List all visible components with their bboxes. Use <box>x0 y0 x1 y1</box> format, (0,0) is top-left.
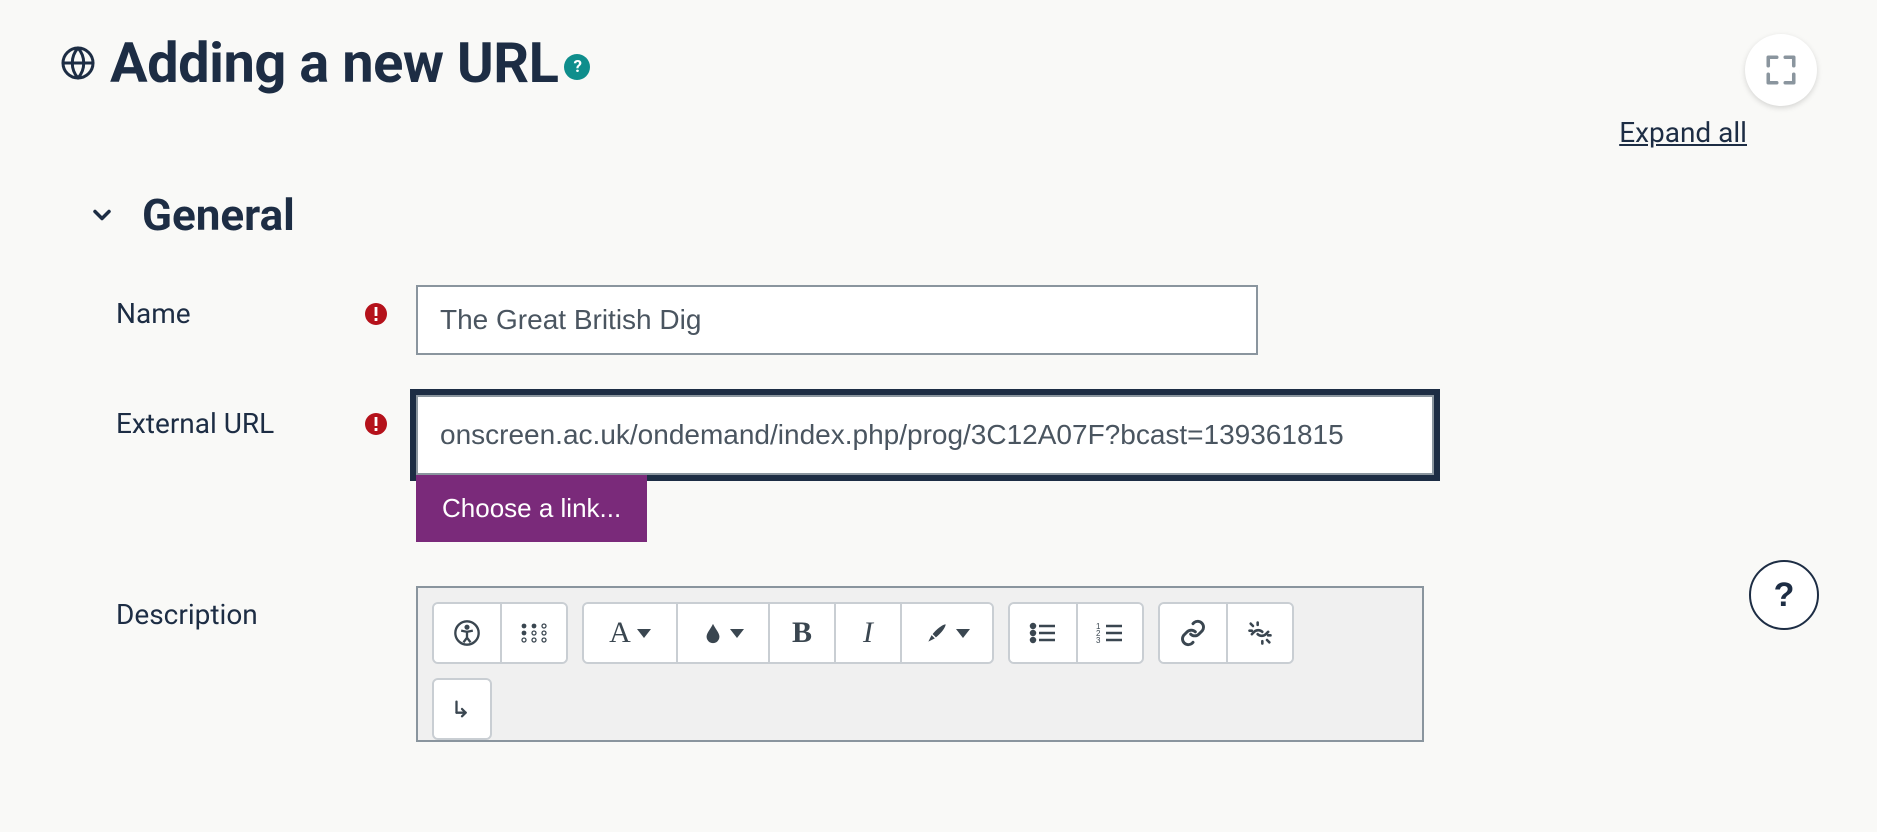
globe-icon <box>60 45 96 81</box>
title-block: Adding a new URL ? <box>60 30 590 96</box>
tint-icon <box>702 620 724 646</box>
bold-icon: B <box>792 616 812 650</box>
editor-toolbar: A B I <box>432 602 1408 664</box>
indent-icon <box>451 696 473 722</box>
paragraph-style-button[interactable]: A <box>584 604 676 662</box>
numbered-list-button[interactable]: 123 <box>1076 604 1142 662</box>
help-icon[interactable]: ? <box>564 54 590 80</box>
caret-down-icon <box>637 629 651 638</box>
bullet-list-button[interactable] <box>1010 604 1076 662</box>
expand-icon <box>1764 53 1798 87</box>
text-color-button[interactable] <box>676 604 768 662</box>
external-url-label: External URL <box>116 407 274 440</box>
svg-text:3: 3 <box>1096 636 1101 645</box>
question-mark-icon: ? <box>1774 576 1795 615</box>
required-icon <box>364 302 388 326</box>
section-toggle-general[interactable]: General <box>88 189 1817 241</box>
floating-help-button[interactable]: ? <box>1749 560 1819 630</box>
highlight-button[interactable] <box>900 604 992 662</box>
accessibility-icon <box>453 619 481 647</box>
choose-link-button[interactable]: Choose a link... <box>416 475 647 542</box>
name-label: Name <box>116 297 191 330</box>
chevron-down-icon <box>88 201 116 229</box>
name-input[interactable] <box>416 285 1258 355</box>
brush-icon <box>924 620 950 646</box>
numbered-list-icon: 123 <box>1096 621 1124 645</box>
grid-dots-icon <box>519 621 549 645</box>
italic-icon: I <box>863 616 873 650</box>
page-title: Adding a new URL ? <box>110 30 590 96</box>
unlink-icon <box>1245 619 1275 647</box>
link-icon <box>1179 619 1207 647</box>
italic-button[interactable]: I <box>834 604 900 662</box>
section-title: General <box>142 189 295 241</box>
more-tools-button[interactable] <box>500 604 566 662</box>
indent-button[interactable] <box>434 680 490 738</box>
link-button[interactable] <box>1160 604 1226 662</box>
bullet-list-icon <box>1029 621 1057 645</box>
fullscreen-button[interactable] <box>1745 34 1817 106</box>
description-label: Description <box>116 598 258 631</box>
required-icon <box>364 412 388 436</box>
letter-a-icon: A <box>609 616 631 650</box>
accessibility-button[interactable] <box>434 604 500 662</box>
description-editor[interactable]: A B I <box>416 586 1424 742</box>
expand-all-link[interactable]: Expand all <box>1619 116 1747 149</box>
unlink-button[interactable] <box>1226 604 1292 662</box>
page-title-text: Adding a new URL <box>110 30 558 96</box>
bold-button[interactable]: B <box>768 604 834 662</box>
caret-down-icon <box>956 629 970 638</box>
caret-down-icon <box>730 629 744 638</box>
external-url-input[interactable] <box>416 395 1434 475</box>
